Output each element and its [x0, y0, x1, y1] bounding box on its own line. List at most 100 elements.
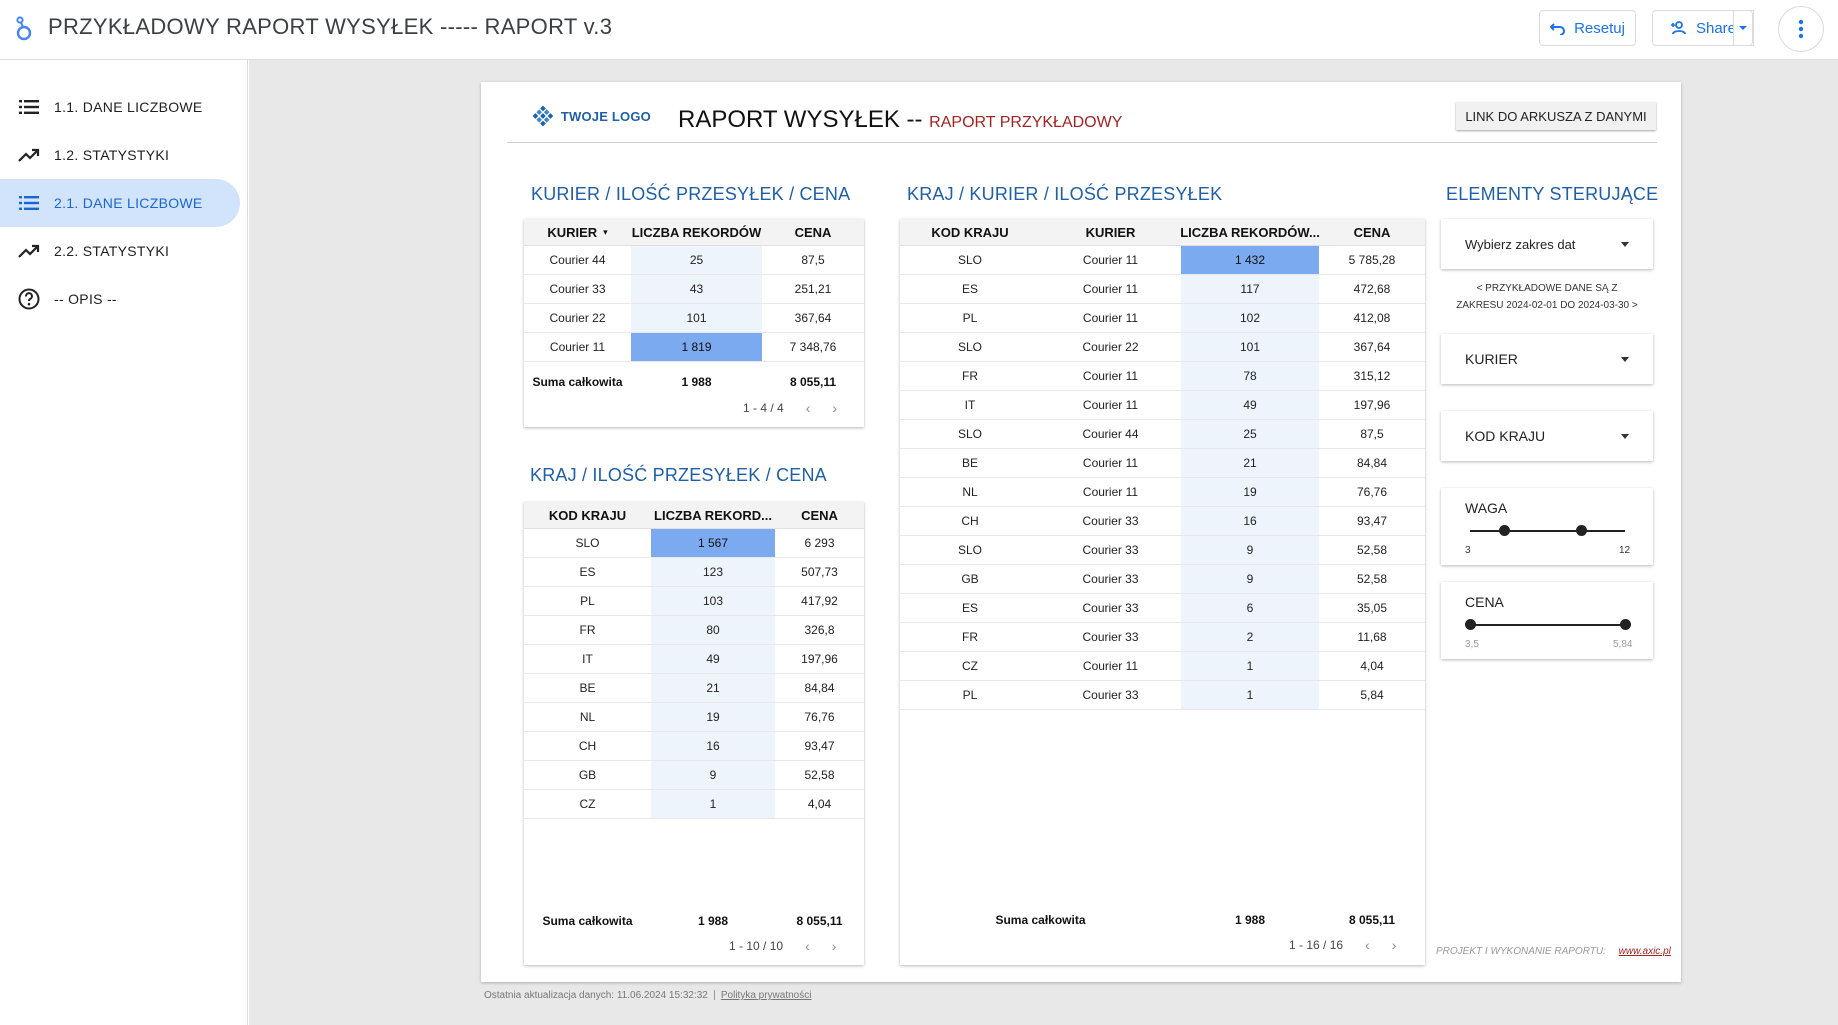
sidebar-item-opis[interactable]: -- OPIS --: [0, 275, 240, 323]
table-row[interactable]: PL 103 417,92: [524, 587, 864, 616]
column-header-cena[interactable]: CENA: [1319, 219, 1425, 245]
table-row[interactable]: BE 21 84,84: [524, 674, 864, 703]
table-cell: 2: [1181, 623, 1319, 651]
caret-down-icon: [1621, 356, 1629, 362]
table-row[interactable]: Courier 22 101 367,64: [524, 304, 864, 333]
chevron-right-icon[interactable]: ›: [832, 400, 837, 416]
table-row[interactable]: SLO 1 567 6 293: [524, 529, 864, 558]
table-cell: 16: [651, 732, 775, 760]
table-row[interactable]: Courier 44 25 87,5: [524, 246, 864, 275]
table-cell: 315,12: [1353, 369, 1391, 383]
country-table: KOD KRAJU LICZBA REKORD... CENA Suma cał…: [524, 502, 864, 965]
credits-label: PROJEKT I WYKONANIE RAPORTU:: [1436, 946, 1606, 957]
table-row[interactable]: NL Courier 11 19 76,76: [900, 478, 1425, 507]
table-cell: 49: [1181, 391, 1319, 419]
slider-handle-low[interactable]: [1464, 619, 1476, 630]
sidebar-item-1-2-statystyki[interactable]: 1.2. STATYSTYKI: [0, 131, 240, 179]
table-row[interactable]: SLO Courier 22 101 367,64: [900, 333, 1425, 362]
table-row[interactable]: BE Courier 11 21 84,84: [900, 449, 1425, 478]
chevron-right-icon[interactable]: ›: [832, 938, 837, 954]
table-row[interactable]: Courier 11 1 819 7 348,76: [524, 333, 864, 362]
credits-link[interactable]: www.axic.pl: [1619, 946, 1671, 957]
table-row[interactable]: ES Courier 33 6 35,05: [900, 594, 1425, 623]
table-cell: Courier 11: [1082, 659, 1139, 673]
table-cell: 6: [1181, 594, 1319, 622]
table-row[interactable]: CH Courier 33 16 93,47: [900, 507, 1425, 536]
column-header-kurier[interactable]: KURIER: [1040, 219, 1181, 245]
table-cell: 5 785,28: [1348, 253, 1396, 267]
table-row[interactable]: CZ Courier 11 1 4,04: [900, 652, 1425, 681]
report-name[interactable]: PRZYKŁADOWY RAPORT WYSYŁEK ----- RAPORT …: [48, 14, 612, 40]
pagination-label: 1 - 10 / 10: [729, 939, 784, 953]
chevron-left-icon[interactable]: ‹: [1365, 937, 1370, 953]
table-cell: 52,58: [804, 768, 835, 782]
table-row[interactable]: ES 123 507,73: [524, 558, 864, 587]
table-row[interactable]: FR Courier 11 78 315,12: [900, 362, 1425, 391]
table-cell: 1 567: [651, 529, 775, 557]
table-cell: FR: [962, 630, 978, 644]
table-row[interactable]: SLO Courier 11 1 432 5 785,28: [900, 246, 1425, 275]
slider-handle-high[interactable]: [1619, 619, 1631, 630]
table-row[interactable]: GB Courier 33 9 52,58: [900, 565, 1425, 594]
country-courier-table: KOD KRAJU KURIER LICZBA REKORDÓW... CENA…: [900, 219, 1425, 965]
chevron-left-icon[interactable]: ‹: [806, 400, 811, 416]
table-cell: 1: [1181, 652, 1319, 680]
table-row[interactable]: PL Courier 33 1 5,84: [900, 681, 1425, 710]
courier-filter-dropdown[interactable]: KURIER: [1441, 334, 1653, 384]
column-header-liczba-rekordow[interactable]: LICZBA REKORDÓW...: [1181, 219, 1319, 245]
table-header: KOD KRAJU LICZBA REKORD... CENA: [524, 502, 864, 529]
sidebar-item-2-2-statystyki[interactable]: 2.2. STATYSTYKI: [0, 227, 240, 275]
table-cell: 16: [1181, 507, 1319, 535]
table-row[interactable]: IT Courier 11 49 197,96: [900, 391, 1425, 420]
table-cell: CH: [578, 739, 597, 753]
table-cell: Courier 33: [1082, 514, 1139, 528]
column-header-cena[interactable]: CENA: [762, 219, 864, 245]
data-sheet-link-button[interactable]: LINK DO ARKUSZA Z DANYMI: [1456, 102, 1656, 130]
table-row[interactable]: FR Courier 33 2 11,68: [900, 623, 1425, 652]
sidebar-item-1-1-dane-liczbowe[interactable]: 1.1. DANE LICZBOWE: [0, 83, 240, 131]
column-header-liczba-rekordow[interactable]: LICZBA REKORDÓW: [631, 219, 762, 245]
caret-down-icon: [1621, 241, 1629, 247]
slider-handle-high[interactable]: [1576, 525, 1588, 536]
report-title-main: RAPORT WYSYŁEK --: [678, 106, 923, 133]
table-cell: Courier 22: [549, 311, 606, 325]
column-header-cena[interactable]: CENA: [775, 502, 864, 528]
table-row[interactable]: IT 49 197,96: [524, 645, 864, 674]
table-cell: 87,5: [801, 253, 825, 267]
pagination-label: 1 - 4 / 4: [743, 401, 784, 415]
table-row[interactable]: NL 19 76,76: [524, 703, 864, 732]
country-filter-dropdown[interactable]: KOD KRAJU: [1441, 411, 1653, 461]
weight-slider-min: 3: [1465, 545, 1471, 556]
column-header-liczba-rekordow[interactable]: LICZBA REKORD...: [651, 502, 775, 528]
chevron-right-icon[interactable]: ›: [1392, 937, 1397, 953]
table-cell: 123: [651, 558, 775, 586]
table-header: KOD KRAJU KURIER LICZBA REKORDÓW... CENA: [900, 219, 1425, 246]
column-header-kod-kraju[interactable]: KOD KRAJU: [524, 502, 651, 528]
slider-track[interactable]: [1470, 624, 1625, 626]
reset-button[interactable]: Resetuj: [1539, 10, 1636, 46]
table-cell: Courier 11: [1082, 282, 1139, 296]
table-row[interactable]: Courier 33 43 251,21: [524, 275, 864, 304]
logo-diamond-icon: [532, 105, 554, 127]
table-row[interactable]: CH 16 93,47: [524, 732, 864, 761]
table-row[interactable]: SLO Courier 33 9 52,58: [900, 536, 1425, 565]
privacy-policy-link[interactable]: Polityka prywatności: [721, 990, 812, 1001]
slider-track[interactable]: [1470, 530, 1625, 532]
column-header-kurier[interactable]: KURIER ▾: [524, 219, 631, 245]
table-cell: 251,21: [794, 282, 832, 296]
slider-handle-low[interactable]: [1498, 525, 1510, 536]
table-row[interactable]: CZ 1 4,04: [524, 790, 864, 819]
chevron-left-icon[interactable]: ‹: [805, 938, 810, 954]
table-row[interactable]: ES Courier 11 117 472,68: [900, 275, 1425, 304]
share-dropdown-button[interactable]: [1733, 10, 1753, 46]
table-row[interactable]: SLO Courier 44 25 87,5: [900, 420, 1425, 449]
more-options-button[interactable]: [1778, 6, 1824, 52]
column-header-kod-kraju[interactable]: KOD KRAJU: [900, 219, 1040, 245]
date-range-picker[interactable]: Wybierz zakres dat: [1441, 219, 1653, 269]
table-cell: 101: [631, 304, 762, 332]
table-row[interactable]: PL Courier 11 102 412,08: [900, 304, 1425, 333]
table-row[interactable]: GB 9 52,58: [524, 761, 864, 790]
table-cell: 7 348,76: [789, 340, 837, 354]
sidebar-item-2-1-dane-liczbowe[interactable]: 2.1. DANE LICZBOWE: [0, 179, 240, 227]
table-row[interactable]: FR 80 326,8: [524, 616, 864, 645]
